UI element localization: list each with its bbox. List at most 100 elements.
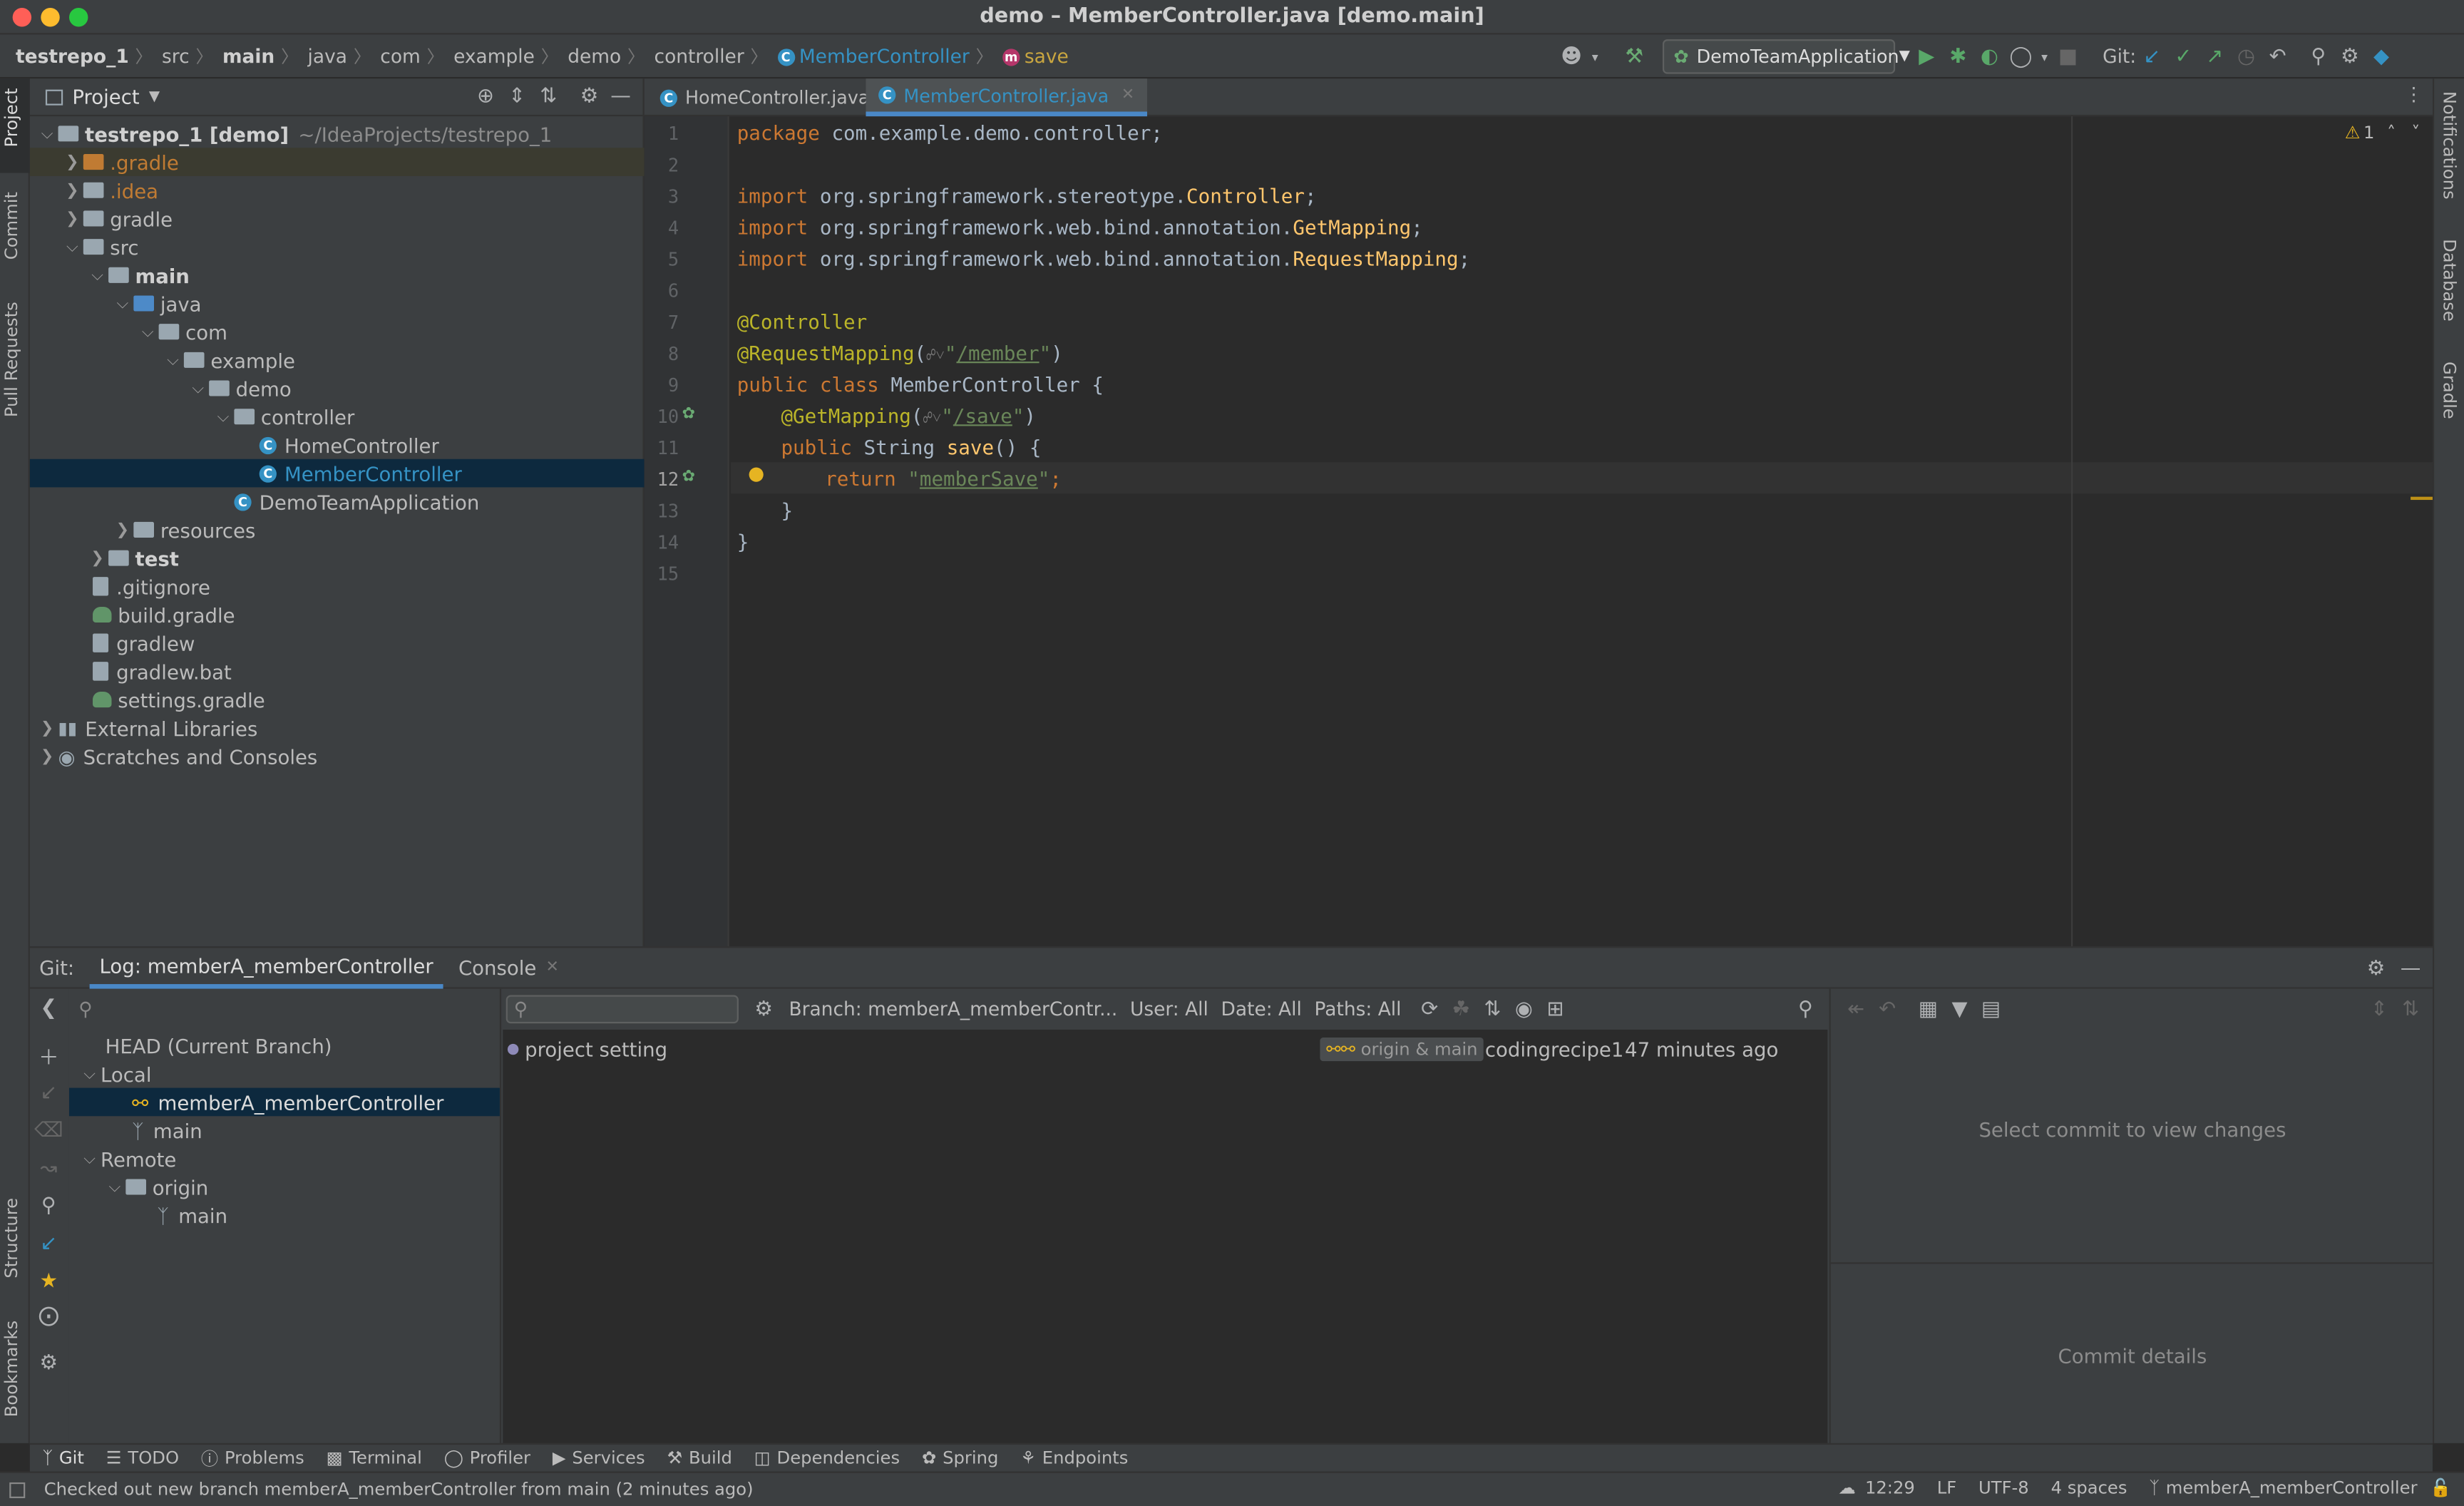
locate-icon[interactable]: ⊕ bbox=[470, 81, 501, 113]
target-icon[interactable]: ⨀ bbox=[33, 1300, 64, 1331]
collapse-all-icon[interactable]: ⇅ bbox=[2395, 993, 2426, 1025]
git-commit-icon[interactable]: ✓ bbox=[2167, 41, 2199, 72]
delete-icon[interactable]: ⌫ bbox=[33, 1115, 64, 1146]
filter-icon[interactable]: ▼ bbox=[1944, 993, 1975, 1025]
tree-node[interactable]: ⌵ src bbox=[30, 232, 645, 261]
tree-node[interactable]: ⌵ demo bbox=[30, 374, 645, 403]
breadcrumb-item[interactable]: com bbox=[380, 46, 421, 68]
project-tool-button[interactable]: Project bbox=[1, 88, 22, 147]
tab-log[interactable]: Log: memberA_memberController bbox=[90, 947, 443, 988]
log-search-input[interactable]: ⚲ bbox=[505, 995, 739, 1024]
tree-node[interactable]: ❯ resources bbox=[30, 516, 645, 544]
status-message[interactable]: Checked out new branch memberA_memberCon… bbox=[44, 1480, 754, 1500]
diff-icon[interactable]: ↞ bbox=[1840, 993, 1872, 1025]
chevron-down-icon[interactable]: ˅ bbox=[2411, 123, 2420, 143]
update-icon[interactable]: ↙ bbox=[33, 1077, 64, 1108]
more-tabs-icon[interactable]: ⋮ bbox=[2404, 83, 2423, 106]
chevron-down-icon[interactable]: ⌵ bbox=[103, 1178, 125, 1195]
revert-icon[interactable]: ↶ bbox=[1872, 993, 1903, 1025]
cherry-pick-icon[interactable]: ☘ bbox=[1445, 993, 1477, 1025]
hide-panel-icon[interactable]: — bbox=[2395, 953, 2426, 984]
chevron-right-icon[interactable]: ❯ bbox=[61, 153, 83, 170]
run-icon[interactable]: ▶ bbox=[1911, 41, 1942, 72]
chevron-down-icon[interactable]: ▾ bbox=[1587, 41, 1603, 72]
tree-node[interactable]: ❯ test bbox=[30, 544, 645, 573]
history-icon[interactable]: ◷ bbox=[2230, 41, 2262, 72]
remote-origin[interactable]: ⌵ origin bbox=[103, 1173, 209, 1202]
tool-todo[interactable]: ☰ TODO bbox=[106, 1448, 179, 1468]
branch-group-local[interactable]: ⌵ Local bbox=[78, 1060, 151, 1088]
tree-node[interactable]: ⌵ example bbox=[30, 346, 645, 374]
breadcrumb-item[interactable]: java bbox=[308, 46, 347, 68]
coverage-icon[interactable]: ◐ bbox=[1973, 41, 2005, 72]
tree-node[interactable]: ❯ .gradle bbox=[29, 148, 645, 176]
tool-spring[interactable]: ✿ Spring bbox=[922, 1448, 998, 1468]
project-view-select[interactable]: Project bbox=[72, 85, 139, 108]
run-configuration-select[interactable]: ✿ DemoTeamApplication ▼ bbox=[1662, 39, 1910, 74]
branch-item[interactable]: ᛉ main bbox=[132, 1116, 202, 1144]
user-icon[interactable]: ☻ bbox=[1556, 41, 1587, 72]
inspection-widget[interactable]: ⚠ 1 ˄ ˅ bbox=[2345, 123, 2421, 143]
branch-search-input[interactable]: ⚲ bbox=[78, 993, 487, 1025]
chevron-left-icon[interactable]: ❮ bbox=[33, 992, 64, 1023]
chevron-down-icon[interactable]: ⌵ bbox=[36, 125, 58, 142]
breadcrumb-item[interactable]: example bbox=[453, 46, 535, 68]
rollback-icon[interactable]: ↶ bbox=[2262, 41, 2294, 72]
chevron-down-icon[interactable]: ⌵ bbox=[78, 1065, 101, 1082]
jetbrains-logo-icon[interactable]: ◆ bbox=[2366, 41, 2397, 72]
tree-node[interactable]: gradlew bbox=[30, 629, 645, 657]
commit-row[interactable]: project setting ⚯⚯ origin & main codingr… bbox=[503, 1033, 1827, 1064]
chevron-down-icon[interactable]: ▼ bbox=[149, 89, 160, 105]
user-filter[interactable]: User: All bbox=[1130, 998, 1208, 1020]
tree-node[interactable]: ❯ gradle bbox=[30, 205, 645, 233]
chevron-up-icon[interactable]: ˄ bbox=[2387, 123, 2396, 143]
eye-icon[interactable]: ◉ bbox=[1508, 993, 1539, 1025]
notifications-tool-button[interactable]: Notifications bbox=[2439, 91, 2460, 200]
new-tab-icon[interactable]: ⊞ bbox=[1539, 993, 1571, 1025]
tab-console[interactable]: Console bbox=[458, 956, 536, 979]
spring-bean-gutter-icon[interactable]: ✿ bbox=[682, 468, 695, 486]
gear-icon[interactable]: ⚙ bbox=[573, 81, 605, 113]
caret-position[interactable]: 12:29 bbox=[1865, 1477, 1915, 1498]
gear-icon[interactable]: ⚙ bbox=[33, 1347, 64, 1378]
breadcrumb-item[interactable]: main bbox=[222, 46, 274, 68]
gear-icon[interactable]: ⚙ bbox=[2361, 953, 2392, 984]
add-icon[interactable]: ＋ bbox=[33, 1039, 64, 1070]
date-filter[interactable]: Date: All bbox=[1221, 998, 1302, 1020]
tree-node-selected[interactable]: C MemberController bbox=[29, 459, 645, 488]
breadcrumb-item[interactable]: controller bbox=[654, 46, 744, 68]
tool-terminal[interactable]: ▩ Terminal bbox=[327, 1448, 422, 1468]
search-icon[interactable]: ⚲ bbox=[2303, 41, 2334, 72]
gear-icon[interactable]: ⚙ bbox=[2334, 41, 2366, 72]
hide-panel-icon[interactable]: — bbox=[605, 81, 637, 113]
toggle-tool-windows-icon[interactable] bbox=[9, 1481, 26, 1497]
globe-icon[interactable]: ☍˅ bbox=[923, 410, 942, 427]
tree-node[interactable]: gradlew.bat bbox=[30, 657, 645, 686]
tree-node[interactable]: build.gradle bbox=[30, 600, 645, 629]
tree-node[interactable]: ⌵ main bbox=[30, 261, 645, 290]
tree-node-root[interactable]: ⌵ testrepo_1 [demo] ~/IdeaProjects/testrep… bbox=[30, 120, 645, 148]
chevron-right-icon[interactable]: ❯ bbox=[111, 521, 133, 538]
search-icon[interactable]: ⚲ bbox=[33, 1190, 64, 1221]
tree-node[interactable]: ❯ ◉ Scratches and Consoles bbox=[30, 742, 645, 771]
tree-node[interactable]: ❯ .idea bbox=[30, 176, 645, 205]
tool-profiler[interactable]: ◯ Profiler bbox=[444, 1448, 530, 1468]
current-branch[interactable]: memberA_memberController bbox=[2166, 1477, 2418, 1498]
tree-node[interactable]: ❯ ▮▮ External Libraries bbox=[30, 714, 645, 742]
paths-filter[interactable]: Paths: All bbox=[1314, 998, 1401, 1020]
expand-all-icon[interactable]: ⇕ bbox=[2363, 993, 2395, 1025]
spring-bean-gutter-icon[interactable]: ✿ bbox=[682, 406, 695, 423]
pull-requests-tool-button[interactable]: Pull Requests bbox=[1, 302, 22, 417]
lock-icon[interactable]: 🔓 bbox=[2430, 1477, 2451, 1498]
bookmarks-tool-button[interactable]: Bookmarks bbox=[1, 1321, 22, 1418]
chevron-down-icon[interactable]: ⌵ bbox=[137, 323, 159, 340]
chevron-right-icon[interactable]: ❯ bbox=[36, 719, 58, 737]
globe-icon[interactable]: ☍˅ bbox=[926, 347, 945, 364]
star-icon[interactable]: ★ bbox=[33, 1266, 64, 1297]
tree-node[interactable]: ⌵ com bbox=[30, 317, 645, 346]
breadcrumb-item[interactable]: src bbox=[162, 46, 190, 68]
tree-node[interactable]: ⌵ controller bbox=[30, 402, 645, 431]
tool-dependencies[interactable]: ◫ Dependencies bbox=[754, 1448, 900, 1468]
tree-node[interactable]: ⌵ java bbox=[30, 290, 645, 318]
breadcrumb-item[interactable]: testrepo_1 bbox=[16, 46, 129, 68]
